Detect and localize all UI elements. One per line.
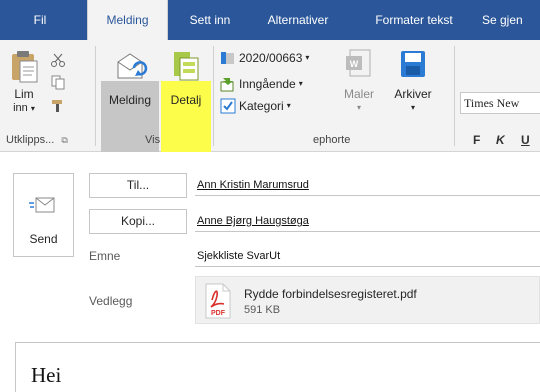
chevron-down-icon: ▾ — [356, 103, 361, 112]
chevron-down-icon: ▾ — [30, 104, 35, 113]
message-view-content[interactable]: Melding — [101, 48, 159, 107]
tab-review[interactable]: Se gjen — [482, 0, 540, 40]
subject-label: Emne — [89, 249, 121, 263]
message-body[interactable]: Hei — [15, 342, 540, 392]
ephorte-group-label: ephorte — [313, 134, 351, 146]
dialog-launcher-icon[interactable]: ⧉ — [61, 135, 67, 145]
save-disk-icon — [401, 51, 425, 77]
category-label: Kategori — [239, 99, 284, 113]
incoming-mail-icon — [220, 78, 234, 92]
case-number: 2020/00663 — [239, 51, 303, 65]
underline-button[interactable]: U — [521, 133, 530, 147]
attachment-item[interactable]: PDF Rydde forbindelsesregisteret.pdf 591… — [195, 276, 540, 324]
cut-button[interactable] — [50, 52, 66, 71]
body-text: Hei — [31, 363, 62, 387]
cc-field[interactable]: Anne Bjørg Haugstøga — [195, 212, 540, 232]
case-folder-icon — [221, 52, 234, 64]
format-painter-button[interactable] — [50, 98, 66, 117]
view-group-label: Vis — [145, 134, 161, 146]
italic-button[interactable]: K — [496, 133, 505, 147]
paste-label-1: Lim — [14, 87, 34, 101]
direction-dropdown[interactable]: Inngående ▾ — [220, 74, 303, 94]
archive-label: Arkiver — [394, 87, 432, 101]
copy-icon — [51, 75, 65, 90]
case-number-dropdown[interactable]: 2020/00663 ▾ — [220, 48, 309, 68]
attachment-name: Rydde forbindelsesregisteret.pdf — [244, 287, 417, 301]
format-painter-icon — [52, 100, 62, 112]
attachment-size: 591 KB — [244, 304, 281, 316]
subject-field[interactable]: Sjekkliste SvarUt — [195, 247, 540, 267]
tab-insert[interactable]: Sett inn — [180, 0, 240, 40]
scissors-icon — [51, 53, 65, 67]
chevron-down-icon: ▾ — [286, 101, 291, 110]
send-button[interactable]: Send — [13, 173, 74, 257]
clipboard-group-label: Utklipps... ⧉ — [6, 134, 68, 146]
paste-label-2: inn — [13, 102, 28, 114]
send-envelope-icon — [29, 197, 55, 213]
tab-format-text[interactable]: Formater tekst — [364, 0, 464, 40]
pdf-badge: PDF — [211, 310, 226, 317]
attachments-label: Vedlegg — [89, 294, 133, 308]
tab-options[interactable]: Alternativer — [257, 0, 339, 40]
message-view-label: Melding — [108, 93, 152, 107]
to-field[interactable]: Ann Kristin Marumsrud — [195, 176, 540, 196]
pdf-file-icon: PDF — [205, 283, 231, 319]
svg-text:W: W — [350, 59, 359, 69]
detail-view-content[interactable]: Detalj — [161, 48, 211, 107]
to-button[interactable]: Til... — [89, 173, 187, 198]
archive-button[interactable]: Arkiver ▾ — [389, 48, 437, 115]
bold-button[interactable]: F — [473, 133, 480, 147]
ribbon-tab-bar: Fil Melding Sett inn Alternativer Format… — [0, 0, 540, 41]
templates-label: Maler — [343, 87, 374, 101]
detail-view-label: Detalj — [170, 93, 202, 107]
ribbon-separator — [454, 46, 455, 146]
font-name-input[interactable]: Times New — [460, 92, 540, 114]
cc-button[interactable]: Kopi... — [89, 209, 187, 234]
direction-value: Inngående — [239, 77, 296, 91]
category-check-icon — [220, 98, 236, 114]
detail-pane-icon — [174, 52, 199, 81]
tab-message[interactable]: Melding — [87, 0, 168, 41]
ribbon: Lim inn ▾ Utklipps... ⧉ Melding Detalj V… — [0, 40, 540, 171]
chevron-down-icon: ▾ — [305, 53, 310, 62]
chevron-down-icon: ▾ — [298, 79, 303, 88]
paste-icon — [12, 51, 38, 83]
compose-area: Send Til... Ann Kristin Marumsrud Kopi..… — [0, 152, 540, 392]
category-dropdown[interactable]: Kategori ▾ — [220, 96, 291, 116]
word-template-icon: W — [346, 49, 371, 77]
copy-button[interactable] — [50, 74, 66, 93]
templates-button[interactable]: W Maler ▾ — [337, 48, 381, 115]
chevron-down-icon: ▾ — [410, 103, 415, 112]
ribbon-separator — [95, 46, 96, 146]
ribbon-separator — [213, 46, 214, 146]
paste-button[interactable]: Lim inn ▾ — [4, 48, 44, 116]
send-label: Send — [29, 232, 58, 246]
tab-file[interactable]: Fil — [14, 0, 66, 40]
envelope-refresh-icon — [117, 53, 148, 79]
clipboard-group-text: Utklipps... — [6, 134, 55, 146]
